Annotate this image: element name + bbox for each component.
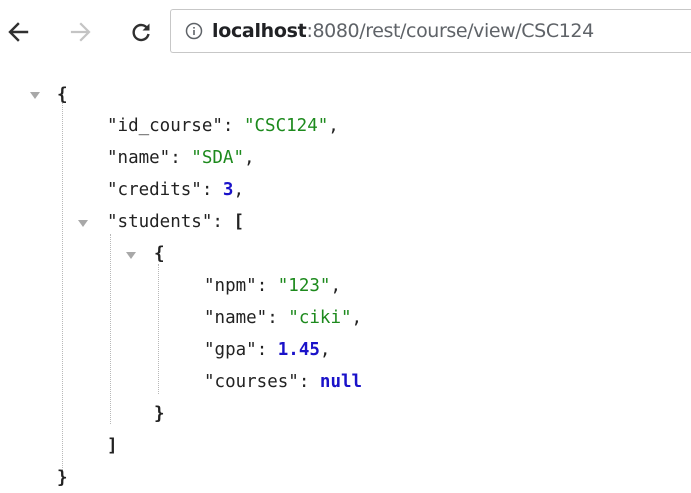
forward-arrow-icon [70, 22, 91, 42]
student-open-brace: { [154, 244, 165, 264]
collapse-toggle-student[interactable] [126, 252, 136, 259]
json-line-id-course: "id_course": "CSC124", [107, 116, 339, 136]
json-viewer: { "id_course": "CSC124", "name": "SDA", … [0, 62, 691, 488]
json-line-name: "name": "SDA", [107, 148, 255, 168]
student-indent-guide [158, 264, 159, 394]
json-line-npm: "npm": "123", [204, 276, 341, 296]
root-open-brace: { [57, 85, 68, 105]
json-line-credits: "credits": 3, [107, 180, 244, 200]
reload-icon [132, 23, 150, 42]
students-indent-guide [110, 234, 111, 424]
json-line-student-name: "name": "ciki", [204, 308, 363, 328]
forward-button[interactable] [65, 14, 97, 50]
reload-button[interactable] [125, 14, 157, 50]
json-line-students: "students": [ [107, 212, 244, 232]
collapse-toggle-students[interactable] [78, 220, 88, 227]
student-close-brace: } [154, 404, 165, 424]
root-indent-guide [62, 94, 63, 484]
url-text[interactable]: localhost:8080/rest/course/view/CSC124 [212, 20, 594, 42]
json-line-gpa: "gpa": 1.45, [204, 340, 331, 360]
address-bar[interactable]: localhost:8080/rest/course/view/CSC124 [170, 9, 691, 53]
url-host: localhost [212, 20, 307, 42]
back-arrow-icon [8, 22, 29, 42]
json-line-courses: "courses": null [204, 372, 363, 392]
info-icon[interactable] [185, 22, 203, 40]
root-close-brace: } [57, 468, 68, 488]
collapse-toggle-root[interactable] [30, 92, 40, 99]
url-path: :8080/rest/course/view/CSC124 [306, 20, 594, 42]
browser-toolbar: localhost:8080/rest/course/view/CSC124 [0, 0, 691, 62]
students-close-bracket: ] [107, 436, 118, 456]
back-button[interactable] [2, 14, 34, 50]
